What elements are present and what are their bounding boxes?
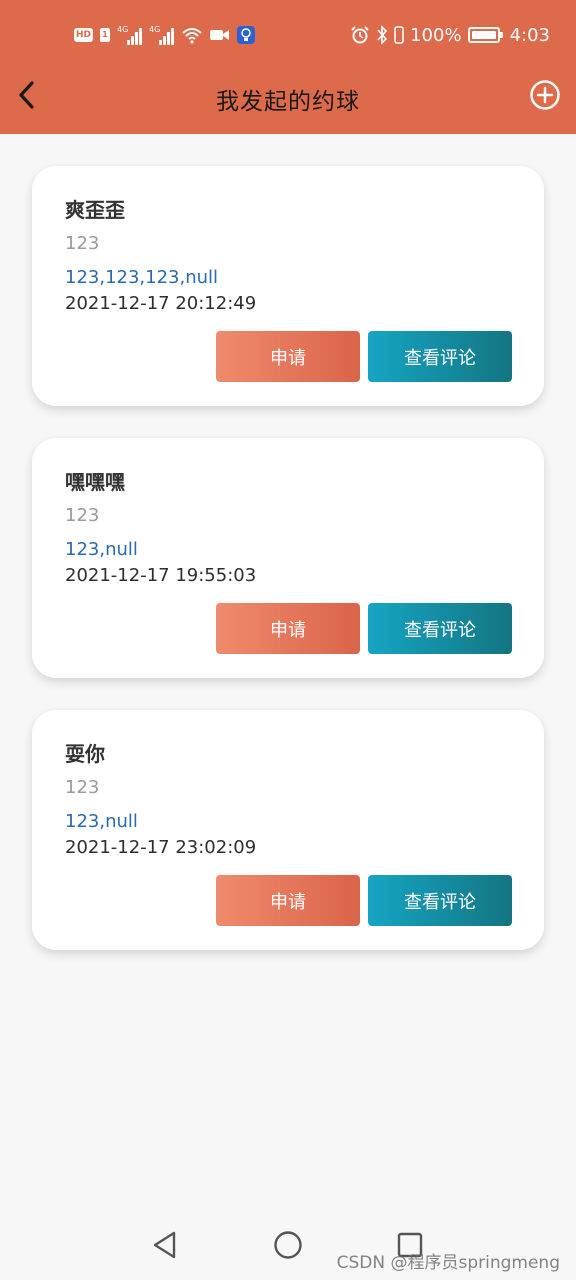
hd-icon: HD [74, 28, 94, 42]
game-card[interactable]: 嘿嘿嘿 123 123,null 2021-12-17 19:55:03 申请 … [32, 438, 544, 678]
network-label-2: 4G [149, 25, 161, 34]
plus-circle-icon [530, 80, 560, 110]
apply-button[interactable]: 申请 [216, 603, 360, 654]
nav-home-button[interactable] [271, 1228, 305, 1262]
alarm-icon [351, 26, 369, 44]
card-subtitle: 123 [65, 505, 100, 526]
card-datetime: 2021-12-17 19:55:03 [65, 565, 257, 586]
sim-icon: 1 [100, 28, 111, 42]
battery-icon [467, 27, 503, 43]
card-title: 爽歪歪 [65, 198, 125, 222]
signal-icon-2: 4G [149, 25, 175, 45]
apply-button[interactable]: 申请 [216, 331, 360, 382]
card-subtitle: 123 [65, 233, 100, 254]
apply-button[interactable]: 申请 [216, 875, 360, 926]
nav-back-button[interactable] [148, 1228, 182, 1262]
card-datetime: 2021-12-17 23:02:09 [65, 837, 257, 858]
app-root: HD 1 4G 4G 100% 4:03 我发起的约球 爽歪歪 123 123,… [0, 0, 576, 1280]
view-comments-button[interactable]: 查看评论 [368, 603, 512, 654]
card-title: 耍你 [65, 742, 105, 766]
add-button[interactable] [528, 78, 562, 112]
triangle-back-icon [153, 1231, 176, 1259]
status-bar: HD 1 4G 4G 100% 4:03 [0, 0, 576, 70]
video-icon [210, 30, 230, 40]
status-right: 100% 4:03 [350, 24, 550, 46]
card-subtitle: 123 [65, 777, 100, 798]
status-left: HD 1 4G 4G [74, 24, 256, 46]
card-datetime: 2021-12-17 20:12:49 [65, 293, 257, 314]
page-title: 我发起的约球 [216, 89, 360, 115]
view-comments-button[interactable]: 查看评论 [368, 875, 512, 926]
card-title: 嘿嘿嘿 [65, 470, 125, 494]
game-card[interactable]: 爽歪歪 123 123,123,123,null 2021-12-17 20:1… [32, 166, 544, 406]
lightbulb-icon [237, 26, 256, 44]
wifi-icon [182, 28, 202, 44]
card-players: 123,123,123,null [65, 267, 219, 288]
status-time: 4:03 [509, 24, 550, 46]
app-bar: 我发起的约球 [0, 70, 576, 134]
view-comments-button[interactable]: 查看评论 [368, 331, 512, 382]
circle-home-icon [274, 1231, 302, 1259]
watermark: CSDN @程序员springmeng [336, 1253, 560, 1273]
battery-percent: 100% [410, 24, 462, 46]
game-card[interactable]: 耍你 123 123,null 2021-12-17 23:02:09 申请 查… [32, 710, 544, 950]
card-players: 123,null [65, 539, 138, 560]
bluetooth-icon [377, 25, 388, 45]
network-label: 4G [117, 25, 129, 34]
vibrate-icon [394, 26, 404, 44]
header: HD 1 4G 4G 100% 4:03 我发起的约球 [0, 0, 576, 134]
card-players: 123,null [65, 811, 138, 832]
signal-icon-1: 4G [117, 25, 143, 45]
